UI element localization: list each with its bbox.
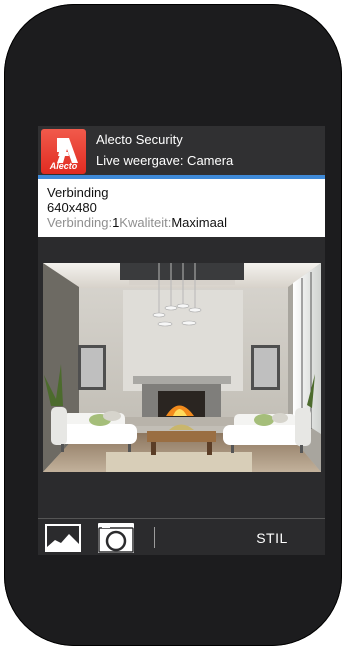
app-name: Alecto Security	[96, 132, 183, 147]
toolbar-divider	[154, 527, 155, 548]
resolution-value: 640x480	[47, 200, 97, 215]
image-gallery-icon	[47, 526, 79, 550]
app-screen: Alecto Alecto Security Live weergave: Ca…	[38, 126, 325, 555]
app-header: Alecto Alecto Security Live weergave: Ca…	[38, 126, 325, 175]
camera-icon	[98, 524, 134, 553]
live-camera-view[interactable]	[43, 263, 321, 472]
connection-label: Verbinding	[47, 185, 109, 200]
phone-body: Alecto Alecto Security Live weergave: Ca…	[4, 4, 342, 646]
gallery-button[interactable]	[45, 524, 81, 552]
connection-info-panel: Verbinding 640x480 Verbinding:1Kwaliteit…	[38, 179, 325, 237]
quality-prefix: Kwaliteit:	[119, 215, 172, 230]
bottom-toolbar: STIL	[38, 518, 325, 555]
connection-prefix: Verbinding:	[47, 215, 113, 230]
silent-button[interactable]: STIL	[250, 529, 294, 547]
camera-button[interactable]	[98, 523, 134, 553]
alecto-logo-text: Alecto	[49, 161, 78, 171]
connection-quality-line: Verbinding:1Kwaliteit:Maximaal	[47, 215, 227, 230]
living-room-camera-image	[43, 263, 321, 472]
quality-value: Maximaal	[171, 215, 227, 230]
alecto-logo: Alecto	[41, 129, 86, 174]
live-view-title: Live weergave: Camera	[96, 153, 234, 168]
camera-area	[38, 237, 325, 519]
